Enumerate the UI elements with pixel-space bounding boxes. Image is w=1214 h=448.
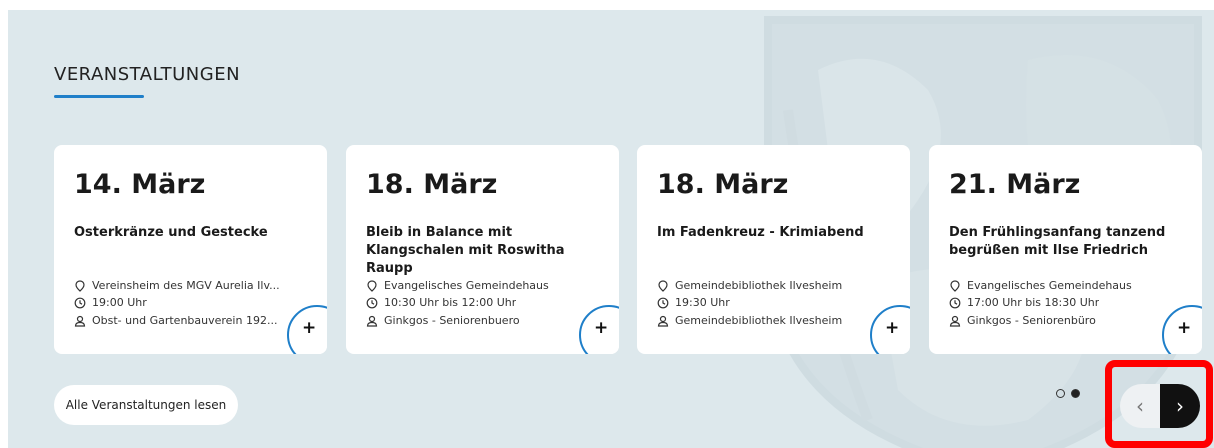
event-time-text: 19:30 Uhr bbox=[675, 296, 730, 309]
person-icon bbox=[74, 315, 86, 327]
event-location-text: Vereinsheim des MGV Aurelia Ilv... bbox=[92, 279, 280, 292]
location-pin-icon bbox=[950, 279, 960, 292]
event-organizer-text: Ginkgos - Seniorenbüro bbox=[967, 314, 1096, 327]
event-organizer: Ginkgos - Seniorenbüro bbox=[949, 314, 1096, 327]
event-location-text: Gemeindebibliothek Ilvesheim bbox=[675, 279, 843, 292]
event-organizer: Gemeindebibliothek Ilvesheim bbox=[657, 314, 842, 327]
person-icon bbox=[366, 315, 378, 327]
add-event-button[interactable]: + bbox=[1162, 305, 1202, 354]
page: VERANSTALTUNGEN 14. März Osterkränze und… bbox=[0, 0, 1214, 448]
chevron-left-icon: ‹ bbox=[1136, 394, 1144, 418]
event-time: 19:30 Uhr bbox=[657, 296, 730, 309]
pagination-dot[interactable] bbox=[1056, 389, 1065, 398]
event-location: Vereinsheim des MGV Aurelia Ilv... bbox=[74, 279, 280, 292]
clock-icon bbox=[74, 297, 86, 308]
plus-icon: + bbox=[1177, 318, 1192, 338]
event-card[interactable]: 21. März Den Frühlingsanfang tanzend beg… bbox=[929, 145, 1202, 354]
event-organizer-text: Obst- und Gartenbauverein 192... bbox=[92, 314, 278, 327]
event-location-text: Evangelisches Gemeindehaus bbox=[384, 279, 549, 292]
event-title[interactable]: Im Fadenkreuz - Krimiabend bbox=[657, 224, 897, 242]
section-heading: VERANSTALTUNGEN bbox=[54, 64, 241, 85]
event-organizer: Ginkgos - Seniorenbuero bbox=[366, 314, 520, 327]
clock-icon bbox=[657, 297, 669, 308]
event-location: Gemeindebibliothek Ilvesheim bbox=[657, 279, 842, 292]
event-organizer: Obst- und Gartenbauverein 192... bbox=[74, 314, 277, 327]
carousel-pagination bbox=[1056, 389, 1080, 398]
add-event-button[interactable]: + bbox=[287, 305, 327, 354]
event-organizer-text: Gemeindebibliothek Ilvesheim bbox=[675, 314, 843, 327]
pagination-dot-active[interactable] bbox=[1071, 389, 1080, 398]
events-section: VERANSTALTUNGEN 14. März Osterkränze und… bbox=[8, 10, 1214, 448]
person-icon bbox=[949, 315, 961, 327]
carousel-prev-button[interactable]: ‹ bbox=[1120, 384, 1160, 428]
location-pin-icon bbox=[75, 279, 85, 292]
event-time: 10:30 Uhr bis 12:00 Uhr bbox=[366, 296, 516, 309]
event-title[interactable]: Bleib in Balance mit Klangschalen mit Ro… bbox=[366, 224, 606, 278]
location-pin-icon bbox=[367, 279, 377, 292]
event-time-text: 19:00 Uhr bbox=[92, 296, 147, 309]
event-date: 21. März bbox=[949, 169, 1081, 200]
event-location: Evangelisches Gemeindehaus bbox=[366, 279, 549, 292]
event-time-text: 17:00 Uhr bis 18:30 Uhr bbox=[967, 296, 1100, 309]
event-date: 14. März bbox=[74, 169, 206, 200]
event-card[interactable]: 18. März Bleib in Balance mit Klangschal… bbox=[346, 145, 619, 354]
add-event-button[interactable]: + bbox=[579, 305, 619, 354]
carousel-nav: ‹ › bbox=[1120, 384, 1200, 428]
event-card[interactable]: 18. März Im Fadenkreuz - Krimiabend Geme… bbox=[637, 145, 910, 354]
clock-icon bbox=[366, 297, 378, 308]
event-time-text: 10:30 Uhr bis 12:00 Uhr bbox=[384, 296, 517, 309]
plus-icon: + bbox=[885, 318, 900, 338]
location-pin-icon bbox=[658, 279, 668, 292]
event-time: 17:00 Uhr bis 18:30 Uhr bbox=[949, 296, 1099, 309]
event-time: 19:00 Uhr bbox=[74, 296, 147, 309]
event-title[interactable]: Den Frühlingsanfang tanzend begrüßen mit… bbox=[949, 224, 1189, 260]
person-icon bbox=[657, 315, 669, 327]
plus-icon: + bbox=[594, 318, 609, 338]
add-event-button[interactable]: + bbox=[870, 305, 910, 354]
heading-underline bbox=[54, 95, 144, 98]
event-date: 18. März bbox=[657, 169, 789, 200]
plus-icon: + bbox=[302, 318, 317, 338]
clock-icon bbox=[949, 297, 961, 308]
event-card[interactable]: 14. März Osterkränze und Gestecke Verein… bbox=[54, 145, 327, 354]
event-location: Evangelisches Gemeindehaus bbox=[949, 279, 1132, 292]
all-events-button[interactable]: Alle Veranstaltungen lesen bbox=[54, 385, 238, 425]
event-title[interactable]: Osterkränze und Gestecke bbox=[74, 224, 314, 242]
event-location-text: Evangelisches Gemeindehaus bbox=[967, 279, 1132, 292]
event-date: 18. März bbox=[366, 169, 498, 200]
chevron-right-icon: › bbox=[1176, 394, 1184, 418]
event-organizer-text: Ginkgos - Seniorenbuero bbox=[384, 314, 520, 327]
